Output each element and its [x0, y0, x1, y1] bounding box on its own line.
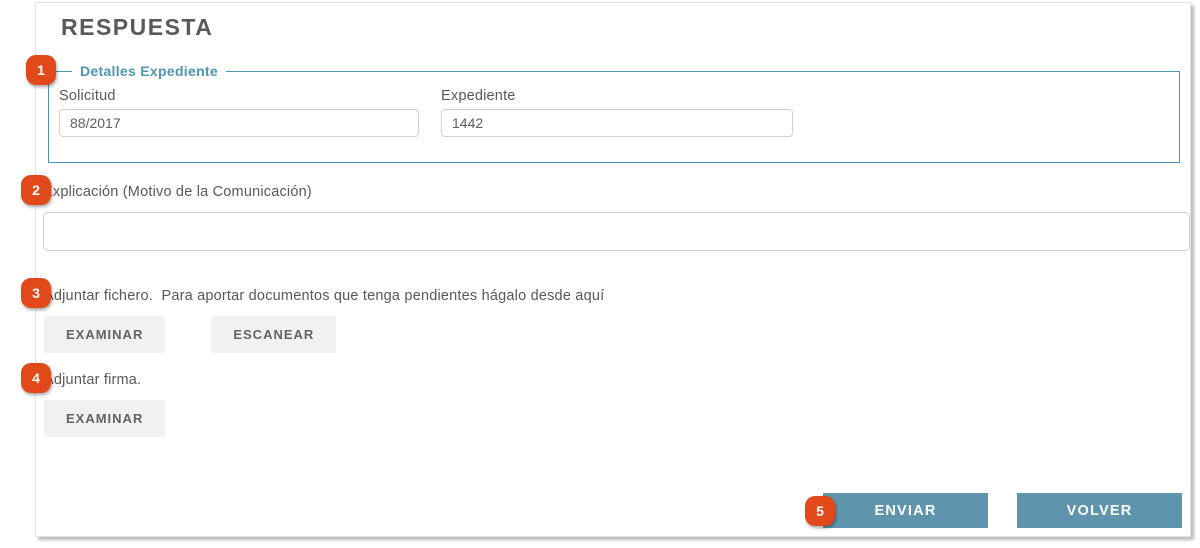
expediente-field-group: Expediente: [441, 88, 793, 137]
solicitud-field-group: Solicitud: [59, 88, 419, 137]
escanear-button[interactable]: ESCANEAR: [211, 316, 336, 353]
step-badge-5: 5: [805, 496, 835, 526]
examinar-fichero-button[interactable]: EXAMINAR: [44, 316, 165, 353]
detalles-fields-row: Solicitud Expediente: [59, 88, 1169, 137]
explicacion-section: Explicación (Motivo de la Comunicación): [43, 184, 1190, 251]
step-badge-1: 1: [26, 55, 56, 85]
explicacion-input[interactable]: [43, 212, 1190, 251]
step-badge-2: 2: [21, 175, 51, 205]
enviar-button[interactable]: ENVIAR: [823, 493, 988, 528]
adjuntar-fichero-buttons: EXAMINAR ESCANEAR: [44, 316, 604, 353]
page-title: RESPUESTA: [61, 14, 213, 41]
step-badge-4: 4: [21, 363, 51, 393]
solicitud-label: Solicitud: [59, 88, 419, 104]
adjuntar-firma-section: Adjuntar firma. EXAMINAR: [44, 372, 165, 437]
examinar-firma-button[interactable]: EXAMINAR: [44, 400, 165, 437]
volver-button[interactable]: VOLVER: [1017, 493, 1182, 528]
expediente-input[interactable]: [441, 109, 793, 137]
explicacion-label: Explicación (Motivo de la Comunicación): [43, 184, 1190, 200]
footer-actions: ENVIAR VOLVER: [823, 493, 1182, 528]
step-badge-3: 3: [21, 278, 51, 308]
detalles-expediente-fieldset: Detalles Expediente Solicitud Expediente: [48, 63, 1180, 163]
respuesta-panel: RESPUESTA Detalles Expediente Solicitud …: [35, 2, 1191, 537]
expediente-label: Expediente: [441, 88, 793, 104]
fieldset-legend: Detalles Expediente: [72, 63, 226, 79]
adjuntar-firma-buttons: EXAMINAR: [44, 400, 165, 437]
adjuntar-firma-label: Adjuntar firma.: [44, 372, 165, 388]
adjuntar-fichero-label: Adjuntar fichero. Para aportar documento…: [44, 288, 604, 304]
solicitud-input[interactable]: [59, 109, 419, 137]
adjuntar-fichero-section: Adjuntar fichero. Para aportar documento…: [44, 288, 604, 353]
